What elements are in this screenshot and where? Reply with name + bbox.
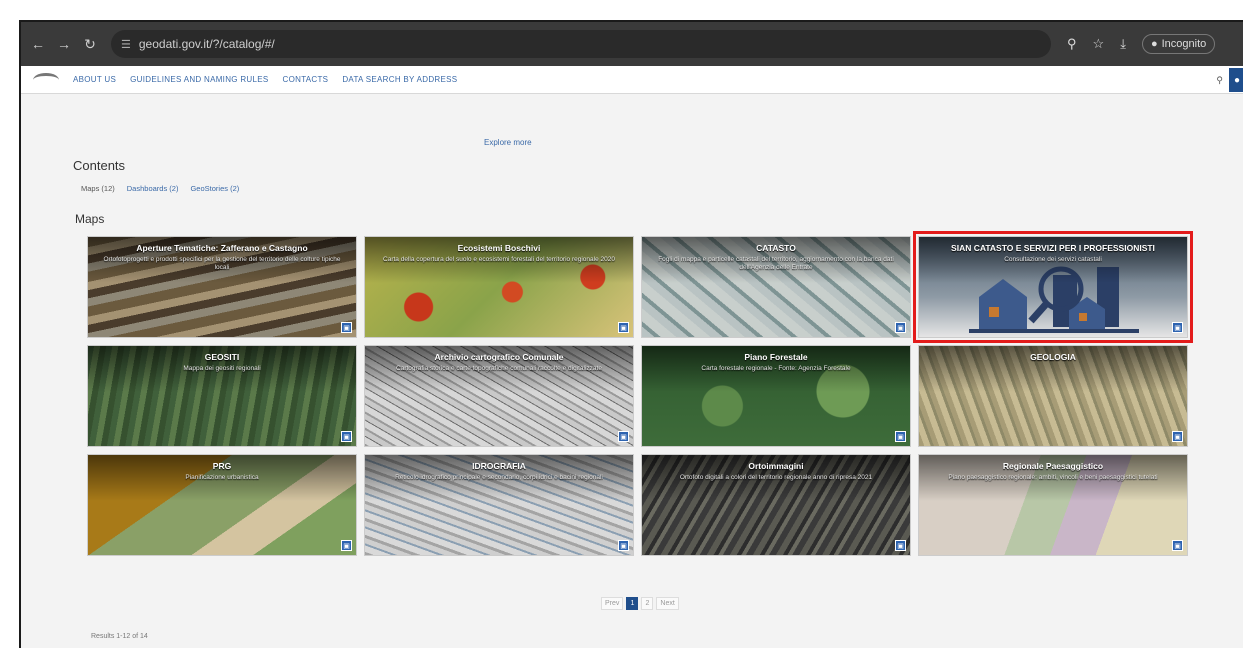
map-card-description: Cartografia storica e carte topografiche…	[396, 365, 602, 372]
bookmark-star-icon[interactable]: ☆	[1093, 36, 1105, 52]
map-card-open-icon[interactable]: ▣	[618, 322, 629, 333]
map-card-highlighted[interactable]: SIAN CATASTO E SERVIZI PER I PROFESSIONI…	[913, 231, 1193, 343]
map-card[interactable]: GEOLOGIA ▣	[918, 345, 1188, 447]
map-card-description: Reticolo idrografico principale e second…	[395, 474, 603, 481]
map-card-description: Piano paesaggistico regionale: ambiti, v…	[948, 474, 1158, 481]
map-card-title: Ortoimmagini	[748, 461, 804, 471]
nav-item-guidelines[interactable]: GUIDELINES AND NAMING RULES	[130, 75, 268, 84]
map-card-title: CATASTO	[756, 243, 796, 253]
map-card-title: GEOSITI	[204, 352, 240, 362]
incognito-icon: ●	[1150, 38, 1158, 50]
map-card-open-icon[interactable]: ▣	[1172, 431, 1183, 442]
nav-item-about[interactable]: ABOUT US	[73, 75, 116, 84]
map-card-title: GEOLOGIA	[1030, 352, 1076, 362]
site-logo[interactable]	[33, 72, 59, 87]
map-card[interactable]: Ecosistemi Boschivi Carta della copertur…	[364, 236, 634, 338]
map-card-description: Mappa dei geositi regionali	[183, 365, 261, 372]
map-card-open-icon[interactable]: ▣	[1172, 322, 1183, 333]
incognito-label: Incognito	[1161, 38, 1207, 50]
browser-toolbar: ← → ↻ ☰ geodati.gov.it/?/catalog/#/ ⚲ ☆ …	[21, 22, 1243, 66]
map-card-description: Carta della copertura del suolo e ecosis…	[383, 256, 615, 263]
map-card[interactable]: Regionale Paesaggistico Piano paesaggist…	[918, 454, 1188, 556]
download-icon[interactable]: ⤓	[1120, 36, 1126, 52]
map-card[interactable]: Piano Forestale Carta forestale regional…	[641, 345, 911, 447]
pagination-page-1[interactable]: 1	[626, 597, 639, 610]
maps-grid: Aperture Tematiche: Zafferano e Castagno…	[87, 231, 1193, 558]
contents-heading: Contents	[73, 158, 126, 173]
filter-maps[interactable]: Maps (12)	[81, 184, 115, 193]
pagination-page-2[interactable]: 2	[641, 597, 654, 610]
map-card[interactable]: IDROGRAFIA Reticolo idrografico principa…	[364, 454, 634, 556]
map-card[interactable]: Archivio cartografico Comunale Cartograf…	[364, 345, 634, 447]
forward-icon[interactable]: →	[55, 35, 73, 53]
search-icon[interactable]: ⚲	[1067, 36, 1077, 52]
map-card[interactable]: CATASTO Fogli di mappa e particelle cata…	[641, 236, 911, 338]
search-icon[interactable]: ⚲	[1216, 75, 1223, 86]
explore-more-link[interactable]: Explore more	[484, 138, 532, 147]
results-count: Results 1-12 of 14	[91, 633, 148, 640]
address-bar-text: geodati.gov.it/?/catalog/#/	[138, 37, 275, 51]
map-card-title: Ecosistemi Boschivi	[457, 243, 541, 253]
map-card[interactable]: Ortoimmagini Ortofoto digitali a colori …	[641, 454, 911, 556]
map-card-title: Piano Forestale	[744, 352, 808, 362]
back-icon[interactable]: ←	[29, 35, 47, 53]
screenshot-frame: ← → ↻ ☰ geodati.gov.it/?/catalog/#/ ⚲ ☆ …	[19, 20, 1243, 648]
nav-item-data-search[interactable]: DATA SEARCH BY ADDRESS	[342, 75, 457, 84]
address-bar[interactable]: ☰ geodati.gov.it/?/catalog/#/	[111, 30, 1051, 58]
user-icon[interactable]: ●	[1229, 68, 1243, 92]
map-card-description: Carta forestale regionale - Fonte: Agenz…	[701, 365, 851, 372]
map-card-title: PRG	[212, 461, 232, 471]
map-card[interactable]: GEOSITI Mappa dei geositi regionali ▣	[87, 345, 357, 447]
map-card[interactable]: Aperture Tematiche: Zafferano e Castagno…	[87, 236, 357, 338]
map-card-title: Archivio cartografico Comunale	[434, 352, 564, 362]
map-card-open-icon[interactable]: ▣	[341, 322, 352, 333]
site-navbar: ABOUT US GUIDELINES AND NAMING RULES CON…	[21, 66, 1243, 94]
map-card-description: Ortofoto digitali a colori del territori…	[679, 474, 873, 481]
pagination-next[interactable]: Next	[656, 597, 679, 610]
pagination: Prev 1 2 Next	[601, 597, 679, 610]
map-card-open-icon[interactable]: ▣	[341, 540, 352, 551]
filter-dashboards[interactable]: Dashboards (2)	[127, 184, 179, 193]
map-card-title: Regionale Paesaggistico	[1002, 461, 1104, 471]
maps-heading: Maps	[75, 212, 105, 226]
map-card-title: IDROGRAFIA	[472, 461, 526, 471]
map-card-open-icon[interactable]: ▣	[1172, 540, 1183, 551]
map-card-title: SIAN CATASTO E SERVIZI PER I PROFESSIONI…	[951, 243, 1155, 253]
filter-geostories[interactable]: GeoStories (2)	[190, 184, 239, 193]
incognito-badge[interactable]: ● Incognito	[1141, 34, 1216, 54]
map-card-open-icon[interactable]: ▣	[895, 540, 906, 551]
map-card-description: Consultazione dei servizi catastali	[1004, 256, 1102, 263]
content-filters: Maps (12) Dashboards (2) GeoStories (2)	[81, 184, 239, 193]
map-card-description: Fogli di mappa e particelle catastali de…	[658, 256, 894, 271]
nav-item-contacts[interactable]: CONTACTS	[283, 75, 329, 84]
map-card-open-icon[interactable]: ▣	[341, 431, 352, 442]
map-card[interactable]: PRG Pianificazione urbanistica ▣	[87, 454, 357, 556]
pagination-prev[interactable]: Prev	[601, 597, 624, 610]
map-card-description: Pianificazione urbanistica	[185, 474, 259, 481]
map-card-description: Ortofotoprogetti e prodotti specifici pe…	[103, 256, 341, 271]
map-card-open-icon[interactable]: ▣	[895, 322, 906, 333]
map-card-open-icon[interactable]: ▣	[618, 540, 629, 551]
map-card-open-icon[interactable]: ▣	[618, 431, 629, 442]
reload-icon[interactable]: ↻	[81, 35, 99, 53]
map-card-title: Aperture Tematiche: Zafferano e Castagno	[136, 243, 308, 253]
site-info-icon[interactable]: ☰	[121, 38, 131, 51]
map-card-open-icon[interactable]: ▣	[895, 431, 906, 442]
